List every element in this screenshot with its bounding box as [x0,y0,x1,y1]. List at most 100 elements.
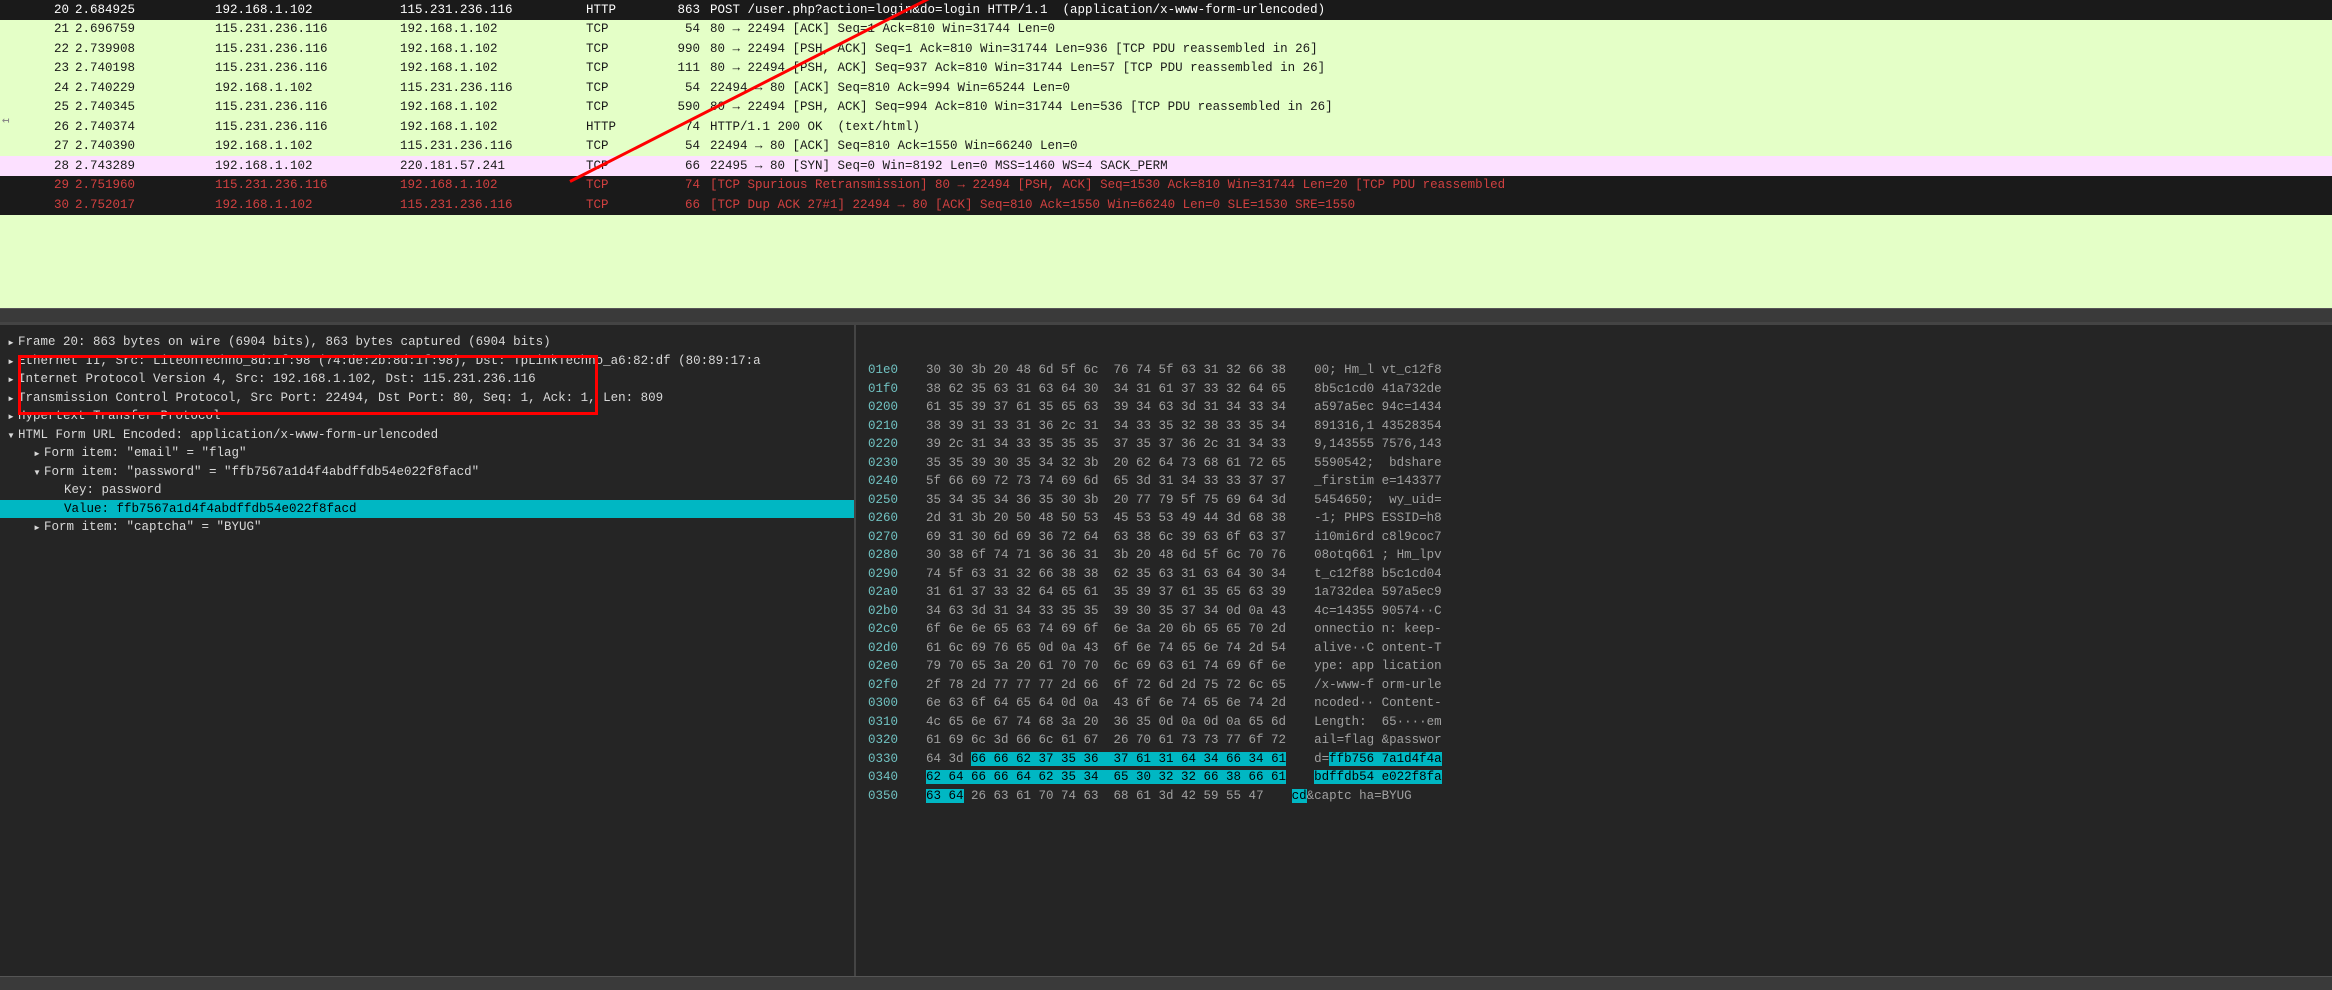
hex-offset: 0290 [868,567,908,581]
caret-right-icon: ▸ [30,445,44,461]
hex-ascii: _firstim e=143377 [1314,474,1442,488]
packet-row[interactable]: 222.739908115.231.236.116192.168.1.102TC… [0,39,2332,59]
hex-offset: 0300 [868,696,908,710]
hex-bytes: 63 64 26 63 61 70 74 63 68 61 3d 42 59 5… [926,789,1264,803]
hex-bytes: 5f 66 69 72 73 74 69 6d 65 3d 31 34 33 3… [926,474,1286,488]
col-time: 2.751960 [75,178,215,192]
hex-offset: 0350 [868,789,908,803]
tree-ethernet[interactable]: ▸Ethernet II, Src: LiteonTechno_8d:1f:98… [0,352,854,371]
packet-row[interactable]: 272.740390192.168.1.102115.231.236.116TC… [0,137,2332,157]
hex-row[interactable]: 0230 35 35 39 30 35 34 32 3b 20 62 64 73 … [868,454,2332,473]
packet-row[interactable]: 252.740345115.231.236.116192.168.1.102TC… [0,98,2332,118]
caret-right-icon: ▸ [30,519,44,535]
col-source: 115.231.236.116 [215,42,400,56]
packet-row[interactable]: 232.740198115.231.236.116192.168.1.102TC… [0,59,2332,79]
packet-details-pane[interactable]: ▸Frame 20: 863 bytes on wire (6904 bits)… [0,325,854,976]
hex-row[interactable]: 02d061 6c 69 76 65 0d 0a 43 6f 6e 74 65 … [868,639,2332,658]
marker-arrow-icon: ↤ [2,112,10,128]
col-destination: 220.181.57.241 [400,159,586,173]
col-no: 26 [20,120,75,134]
hex-row[interactable]: 02602d 31 3b 20 50 48 50 53 45 53 53 49 … [868,509,2332,528]
hex-bytes: 69 31 30 6d 69 36 72 64 63 38 6c 39 63 6… [926,530,1286,544]
hex-bytes: 35 34 35 34 36 35 30 3b 20 77 79 5f 75 6… [926,493,1286,507]
col-no: 21 [20,22,75,36]
bottom-hscroll[interactable] [0,976,2332,990]
hex-row[interactable]: 022039 2c 31 34 33 35 35 35 37 35 37 36 … [868,435,2332,454]
hex-ascii: onnectio n: keep- [1314,622,1442,636]
packet-list-hscroll[interactable] [0,308,2332,322]
tree-http[interactable]: ▸Hypertext Transfer Protocol [0,407,854,426]
hex-bytes: 38 39 31 33 31 36 2c 31 34 33 35 32 38 3… [926,419,1286,433]
col-length: 74 [656,120,706,134]
hex-row[interactable]: 021038 39 31 33 31 36 2c 31 34 33 35 32 … [868,417,2332,436]
col-no: 24 [20,81,75,95]
packet-row[interactable]: 262.740374115.231.236.116192.168.1.102HT… [0,117,2332,137]
packet-bytes-pane[interactable]: 01e030 30 3b 20 48 6d 5f 6c 76 74 5f 63 … [854,325,2332,976]
hex-row[interactable]: 0280 30 38 6f 74 71 36 36 31 3b 20 48 6d … [868,546,2332,565]
hex-row[interactable]: 032061 69 6c 3d 66 6c 61 67 26 70 61 73 … [868,731,2332,750]
col-time: 2.684925 [75,3,215,17]
hex-ascii: /x-www-f orm-urle [1314,678,1442,692]
hex-bytes: 64 3d 66 66 62 37 35 36 37 61 31 64 34 6… [926,752,1286,766]
hex-row[interactable]: 03104c 65 6e 67 74 68 3a 20 36 35 0d 0a … [868,713,2332,732]
hex-ascii: 4c=14355 90574··C [1314,604,1442,618]
tree-form-password[interactable]: ▾Form item: "password" = "ffb7567a1d4f4a… [0,463,854,482]
hex-bytes: 61 69 6c 3d 66 6c 61 67 26 70 61 73 73 7… [926,733,1286,747]
hex-row[interactable]: 02c06f 6e 6e 65 63 74 69 6f 6e 3a 20 6b … [868,620,2332,639]
caret-down-icon: ▾ [30,464,44,480]
hex-offset: 0280 [868,548,908,562]
hex-offset: 02b0 [868,604,908,618]
hex-bytes: 74 5f 63 31 32 66 38 38 62 35 63 31 63 6… [926,567,1286,581]
hex-row[interactable]: 020061 35 39 37 61 35 65 63 39 34 63 3d … [868,398,2332,417]
hex-row[interactable]: 02e079 70 65 3a 20 61 70 70 6c 69 63 61 … [868,657,2332,676]
hex-ascii: 5454650; wy_uid= [1314,493,1442,507]
hex-offset: 02a0 [868,585,908,599]
col-info: [TCP Spurious Retransmission] 80 → 22494… [706,178,2332,192]
hex-row[interactable]: 025035 34 35 34 36 35 30 3b 20 77 79 5f … [868,491,2332,510]
hex-row[interactable]: 027069 31 30 6d 69 36 72 64 63 38 6c 39 … [868,528,2332,547]
hex-row[interactable]: 034062 64 66 66 64 62 35 34 65 30 32 32 … [868,768,2332,787]
col-time: 2.739908 [75,42,215,56]
hex-row[interactable]: 0290 74 5f 63 31 32 66 38 38 62 35 63 31 … [868,565,2332,584]
tree-frame[interactable]: ▸Frame 20: 863 bytes on wire (6904 bits)… [0,333,854,352]
hex-bytes: 38 62 35 63 31 63 64 30 34 31 61 37 33 3… [926,382,1286,396]
tree-form-email[interactable]: ▸Form item: "email" = "flag" [0,444,854,463]
tree-ip[interactable]: ▸Internet Protocol Version 4, Src: 192.1… [0,370,854,389]
col-info: 80 → 22494 [PSH, ACK] Seq=994 Ack=810 Wi… [706,100,2332,114]
col-no: 29 [20,178,75,192]
hex-ascii: 5590542; bdshare [1314,456,1442,470]
packet-row[interactable]: 282.743289192.168.1.102220.181.57.241TCP… [0,156,2332,176]
tree-form-header[interactable]: ▾HTML Form URL Encoded: application/x-ww… [0,426,854,445]
tree-tcp[interactable]: ▸Transmission Control Protocol, Src Port… [0,389,854,408]
hex-row[interactable]: 03006e 63 6f 64 65 64 0d 0a 43 6f 6e 74 … [868,694,2332,713]
hex-offset: 0230 [868,456,908,470]
tree-value-password[interactable]: Value: ffb7567a1d4f4abdffdb54e022f8facd [0,500,854,519]
col-length: 54 [656,81,706,95]
tree-key-password[interactable]: Key: password [0,481,854,500]
hex-offset: 0200 [868,400,908,414]
hex-row[interactable]: 02405f 66 69 72 73 74 69 6d 65 3d 31 34 … [868,472,2332,491]
packet-row[interactable]: 292.751960115.231.236.116192.168.1.102TC… [0,176,2332,196]
hex-row[interactable]: 02b034 63 3d 31 34 33 35 35 39 30 35 37 … [868,602,2332,621]
hex-row[interactable]: 0350 63 64 26 63 61 70 74 63 68 61 3d 42 … [868,787,2332,806]
packet-row[interactable]: 202.684925192.168.1.102115.231.236.116HT… [0,0,2332,20]
hex-row[interactable]: 02a031 61 37 33 32 64 65 61 35 39 37 61 … [868,583,2332,602]
col-info: 22494 → 80 [ACK] Seq=810 Ack=1550 Win=66… [706,139,2332,153]
hex-row[interactable]: 01e030 30 3b 20 48 6d 5f 6c 76 74 5f 63 … [868,361,2332,380]
hex-row[interactable]: 033064 3d 66 66 62 37 35 36 37 61 31 64 … [868,750,2332,769]
packet-list-pane[interactable]: 202.684925192.168.1.102115.231.236.116HT… [0,0,2332,308]
packet-row[interactable]: 212.696759115.231.236.116192.168.1.102TC… [0,20,2332,40]
hex-bytes: 30 38 6f 74 71 36 36 31 3b 20 48 6d 5f 6… [926,548,1286,562]
col-source: 192.168.1.102 [215,159,400,173]
col-length: 74 [656,178,706,192]
hex-row[interactable]: 02f02f 78 2d 77 77 77 2d 66 6f 72 6d 2d … [868,676,2332,695]
col-time: 2.740374 [75,120,215,134]
packet-row[interactable]: 302.752017192.168.1.102115.231.236.116TC… [0,195,2332,215]
hex-offset: 0260 [868,511,908,525]
caret-right-icon: ▸ [4,334,18,350]
packet-row[interactable]: 242.740229192.168.1.102115.231.236.116TC… [0,78,2332,98]
tree-form-captcha[interactable]: ▸Form item: "captcha" = "BYUG" [0,518,854,537]
hex-row[interactable]: 01f038 62 35 63 31 63 64 30 34 31 61 37 … [868,380,2332,399]
hex-bytes: 35 35 39 30 35 34 32 3b 20 62 64 73 68 6… [926,456,1286,470]
hex-ascii: ype: app lication [1314,659,1442,673]
